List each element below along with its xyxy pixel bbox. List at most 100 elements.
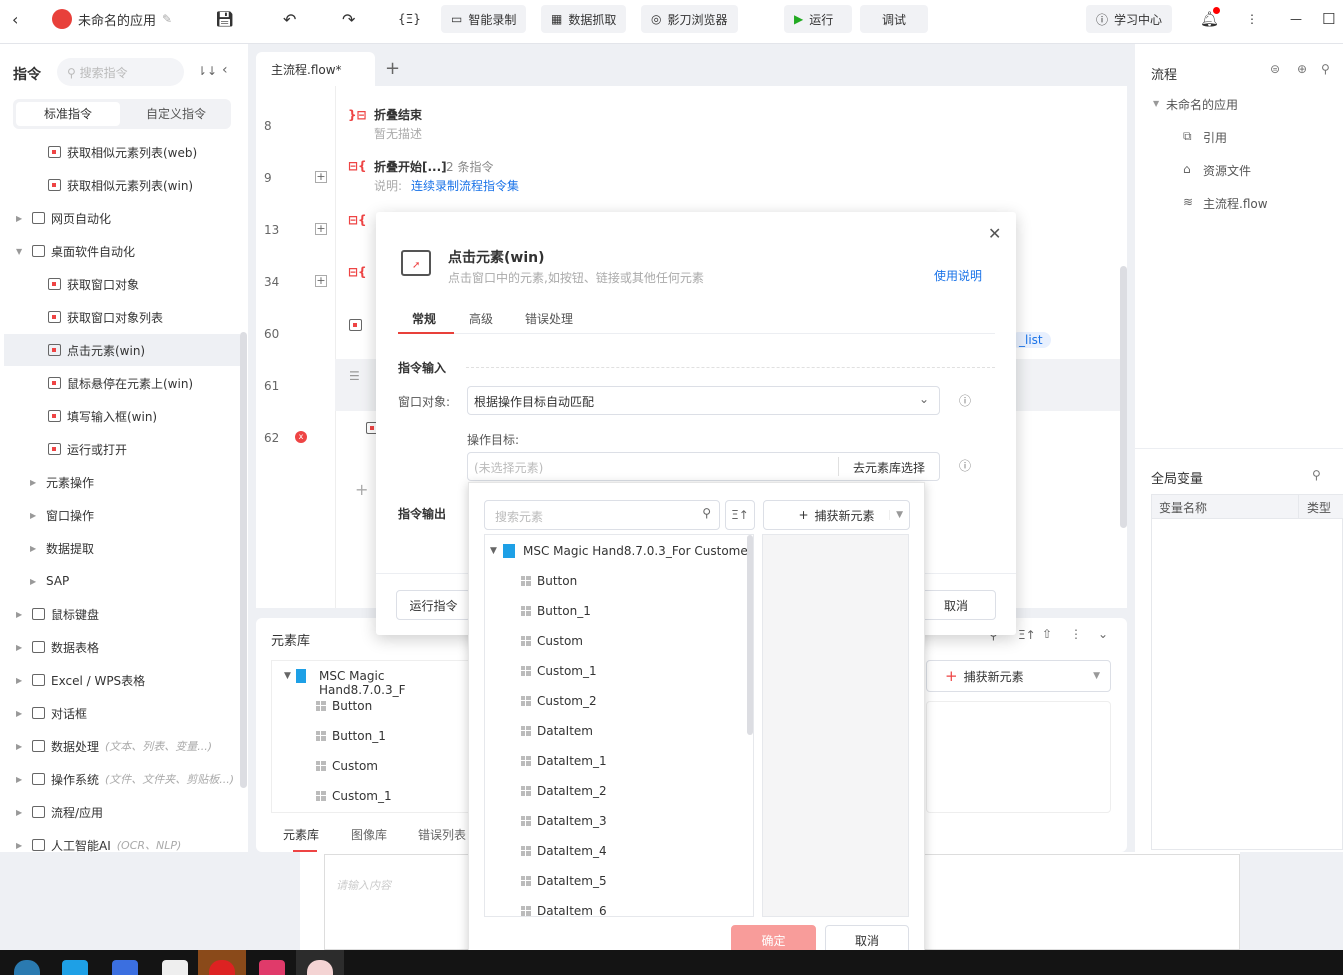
upload-icon[interactable]: ⇧ [1042,627,1052,641]
choose-from-library-button[interactable]: 去元素库选择 [853,459,925,476]
tree-item[interactable]: 主流程.flow [1203,195,1268,212]
sort-button[interactable]: Ξ↑ [725,500,755,530]
sidebar-item[interactable]: 填写输入框(win) [48,402,157,430]
sidebar-item[interactable]: 获取窗口对象列表 [48,303,163,331]
data-scrape-button[interactable]: ▦ 数据抓取 [541,5,627,33]
more-icon[interactable]: ⋮ [1070,627,1082,641]
save-icon[interactable]: 💾︎ [215,5,234,33]
tree-item[interactable]: Button_1 [521,604,591,618]
sidebar-item[interactable]: ▶ 数据处理 (文本、列表、变量...) [16,732,212,760]
sidebar-item[interactable]: ▶ 数据提取 [30,534,94,562]
redo-icon[interactable]: ↷ [342,5,355,33]
line-title[interactable]: 折叠结束 [374,106,422,123]
sidebar-item[interactable]: ▼ 桌面软件自动化 [16,237,135,265]
editor-scrollbar[interactable] [1120,266,1127,528]
tree-item[interactable]: Custom [521,634,583,648]
tree-item[interactable]: Custom_2 [521,694,597,708]
help-link[interactable]: 使用说明 [934,267,982,284]
tree-item[interactable]: DataItem_2 [521,784,607,798]
app-title[interactable]: 未命名的应用 ✎ [52,5,172,33]
tree-root[interactable]: MSC Magic Hand8.7.0.3_For Customer [523,544,753,558]
tree-root[interactable]: MSC Magic Hand8.7.0.3_F [319,669,471,697]
bell-icon[interactable]: 🔔︎ [1200,5,1220,33]
sidebar-item[interactable]: 获取窗口对象 [48,270,139,298]
search-icon[interactable]: ⚲ [1321,62,1330,76]
sidebar-item[interactable]: 点击元素(win) [48,336,145,364]
undo-icon[interactable]: ↶ [283,5,296,33]
caret-icon[interactable]: ▼ [284,671,291,681]
collapse-icon[interactable]: ‹ [222,62,228,78]
info-icon[interactable]: ⓘ [959,457,971,474]
debug-button[interactable]: 调试 [860,5,928,33]
add-module-icon[interactable]: ⊕ [1297,62,1307,76]
dropdown-icon[interactable]: ▼ [889,510,903,520]
chevron-down-icon[interactable]: ⌄ [1098,627,1108,641]
sidebar-item[interactable]: 获取相似元素列表(web) [48,138,197,166]
sidebar-item[interactable]: 获取相似元素列表(win) [48,171,193,199]
tab-error-list[interactable]: 错误列表 [418,826,466,843]
tab-error-handling[interactable]: 错误处理 [525,310,573,327]
expand-icon[interactable]: + [315,171,327,183]
run-command-button[interactable]: 运行指令 [396,590,471,620]
tab-element-library[interactable]: 元素库 [283,826,319,843]
expand-icon[interactable]: + [315,275,327,287]
tab-standard[interactable]: 标准指令 [16,102,120,126]
sidebar-item[interactable]: ▶ 操作系统 (文件、文件夹、剪贴板...) [16,765,234,793]
tree-item[interactable]: DataItem [521,724,593,738]
target-input[interactable]: (未选择元素) 去元素库选择 [467,452,940,481]
tree-item[interactable]: DataItem_6 [521,904,607,916]
expand-icon[interactable]: + [315,223,327,235]
sort-icon[interactable]: Ξ↑ [1018,628,1036,642]
caret-icon[interactable]: ▼ [490,546,497,556]
sidebar-item[interactable]: ▶ 元素操作 [30,468,94,496]
edit-icon[interactable]: ✎ [162,12,172,26]
window-select[interactable]: 根据操作目标自动匹配 ⌄ [467,386,940,415]
caret-icon[interactable]: ▶ [16,643,26,652]
close-icon[interactable]: ✕ [988,224,1001,243]
tree-item[interactable]: DataItem_3 [521,814,607,828]
browser-button[interactable]: ◎ 影刀浏览器 [641,5,738,33]
caret-icon[interactable]: ▶ [16,676,26,685]
taskbar-active-app[interactable] [198,950,246,975]
sidebar-item[interactable]: ▶ 网页自动化 [16,204,111,232]
add-flow-icon[interactable]: ⊜ [1270,62,1280,76]
caret-icon[interactable]: ▶ [16,214,26,223]
taskbar-word-icon[interactable] [112,960,138,975]
capture-element-button[interactable]: + 捕获新元素 ▼ [763,500,910,530]
caret-icon[interactable]: ▶ [30,478,40,487]
tab-image-library[interactable]: 图像库 [351,826,387,843]
sidebar-item[interactable]: ▶ 窗口操作 [30,501,94,529]
search-icon[interactable]: ⚲ [1312,468,1321,482]
tree-item[interactable]: Button_1 [316,729,386,743]
tree-root[interactable]: 未命名的应用 [1166,96,1238,113]
smart-record-button[interactable]: ▭ 智能录制 [441,5,527,33]
caret-icon[interactable]: ▶ [30,577,40,586]
caret-icon[interactable]: ▶ [16,709,26,718]
minimize-icon[interactable]: — [1290,5,1302,33]
variables-icon[interactable]: {Ξ} [398,5,421,33]
tree-item[interactable]: 引用 [1203,129,1227,146]
caret-icon[interactable]: ▶ [16,742,26,751]
tab-general[interactable]: 常规 [412,310,436,327]
tree-item[interactable]: DataItem_5 [521,874,607,888]
taskbar-app-icon[interactable] [162,960,188,975]
tree-item[interactable]: Button [316,699,372,713]
taskbar-app-icon[interactable] [14,960,40,975]
add-tab-icon[interactable]: + [385,58,400,79]
info-icon[interactable]: ⓘ [959,392,971,409]
capture-element-button[interactable]: + 捕获新元素 ▼ [926,660,1111,692]
tree-item[interactable]: Custom_1 [316,789,392,803]
tree-item[interactable]: 资源文件 [1203,162,1251,179]
tree-item[interactable]: DataItem_1 [521,754,607,768]
sidebar-item[interactable]: ▶ 流程/应用 [16,798,103,826]
caret-icon[interactable]: ▶ [16,841,26,850]
caret-icon[interactable]: ▶ [16,610,26,619]
sidebar-scrollbar[interactable] [240,332,247,788]
sidebar-item[interactable]: ▶ 对话框 [16,699,87,727]
tree-item[interactable]: DataItem_4 [521,844,607,858]
variable-tag[interactable]: _list [1011,332,1051,348]
tab-custom[interactable]: 自定义指令 [124,102,228,126]
learning-center-button[interactable]: ⓘ 学习中心 [1086,5,1173,33]
add-line-icon[interactable]: + [355,480,368,499]
sidebar-item[interactable]: ▶ Excel / WPS表格 [16,666,145,694]
